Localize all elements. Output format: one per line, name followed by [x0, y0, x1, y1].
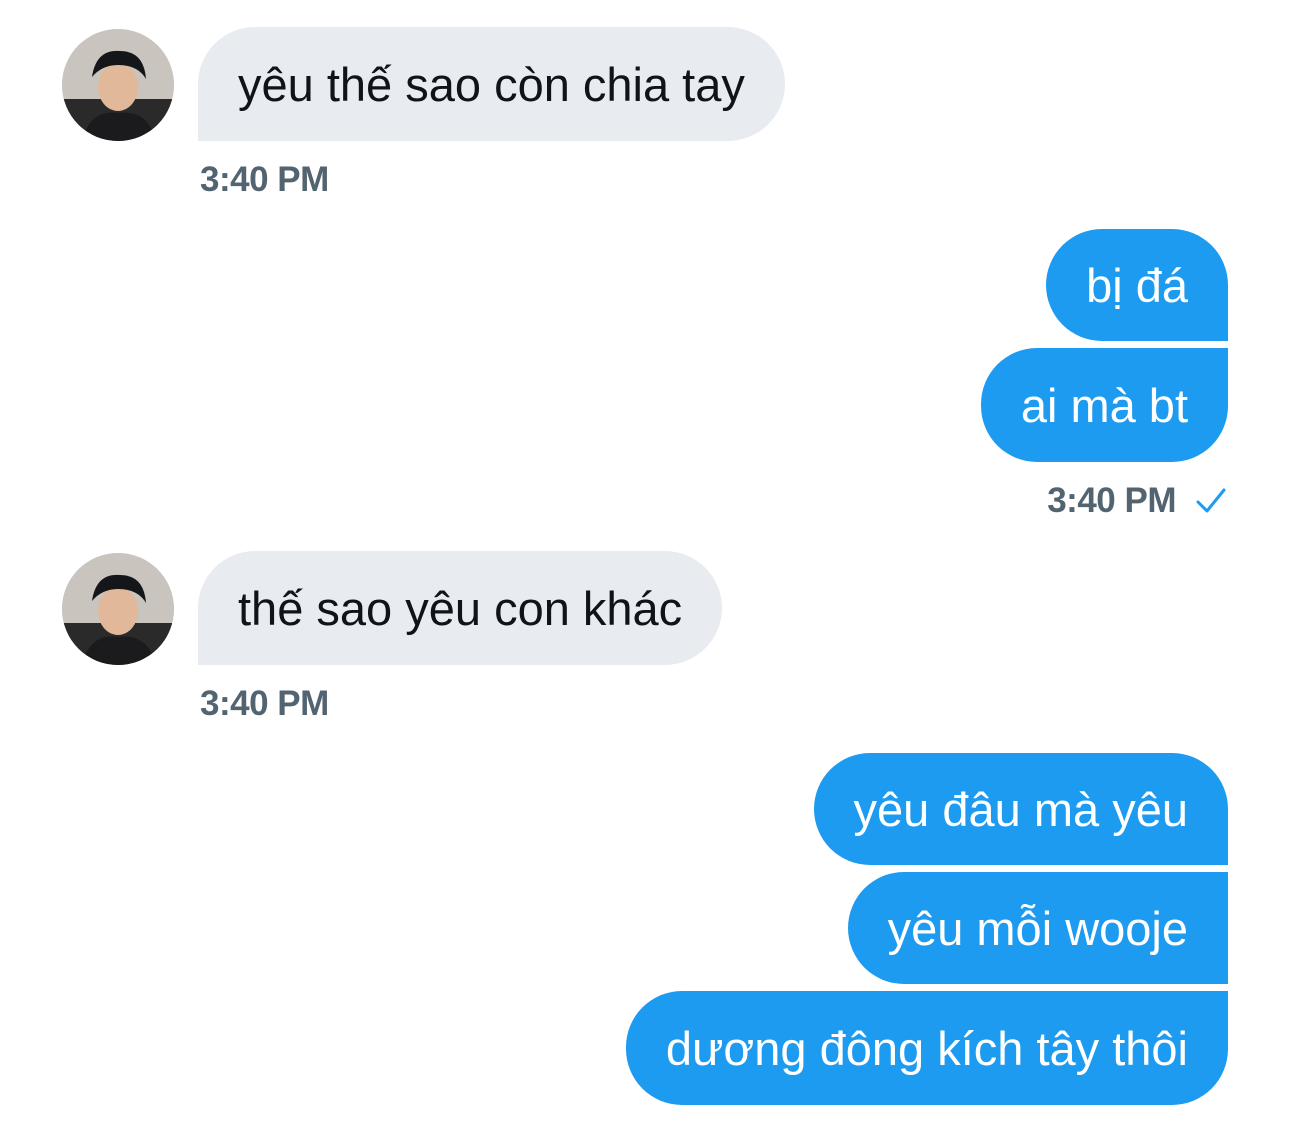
contact-avatar[interactable]	[62, 553, 174, 665]
outgoing-message-bubble[interactable]: yêu mỗi wooje	[847, 872, 1228, 984]
contact-avatar[interactable]	[62, 29, 174, 141]
message-text: bị đá	[1086, 258, 1188, 312]
avatar-photo-icon	[62, 29, 174, 141]
avatar-photo-icon	[62, 553, 174, 665]
message-text: ai mà bt	[1020, 378, 1188, 432]
outgoing-message-bubble[interactable]: bị đá	[1046, 229, 1228, 341]
outgoing-message-bubble[interactable]: dương đông kích tây thôi	[625, 991, 1228, 1105]
message-text: yêu đâu mà yêu	[853, 782, 1188, 836]
outgoing-message-bubble[interactable]: ai mà bt	[980, 348, 1228, 462]
message-timestamp: 3:40 PM	[200, 160, 329, 199]
incoming-message-bubble[interactable]: yêu thế sao còn chia tay	[198, 27, 785, 141]
message-text: thế sao yêu con khác	[238, 581, 683, 635]
message-timestamp: 3:40 PM	[1047, 481, 1176, 520]
outgoing-message-bubble[interactable]: yêu đâu mà yêu	[813, 753, 1228, 865]
message-text: yêu thế sao còn chia tay	[238, 57, 745, 111]
message-thread: yêu thế sao còn chia tay 3:40 PM bị đá a…	[0, 0, 1290, 1128]
message-timestamp: 3:40 PM	[200, 684, 329, 723]
incoming-message-bubble[interactable]: thế sao yêu con khác	[198, 551, 723, 665]
check-icon	[1196, 488, 1226, 513]
message-text: yêu mỗi wooje	[887, 901, 1188, 955]
message-text: dương đông kích tây thôi	[665, 1021, 1188, 1075]
